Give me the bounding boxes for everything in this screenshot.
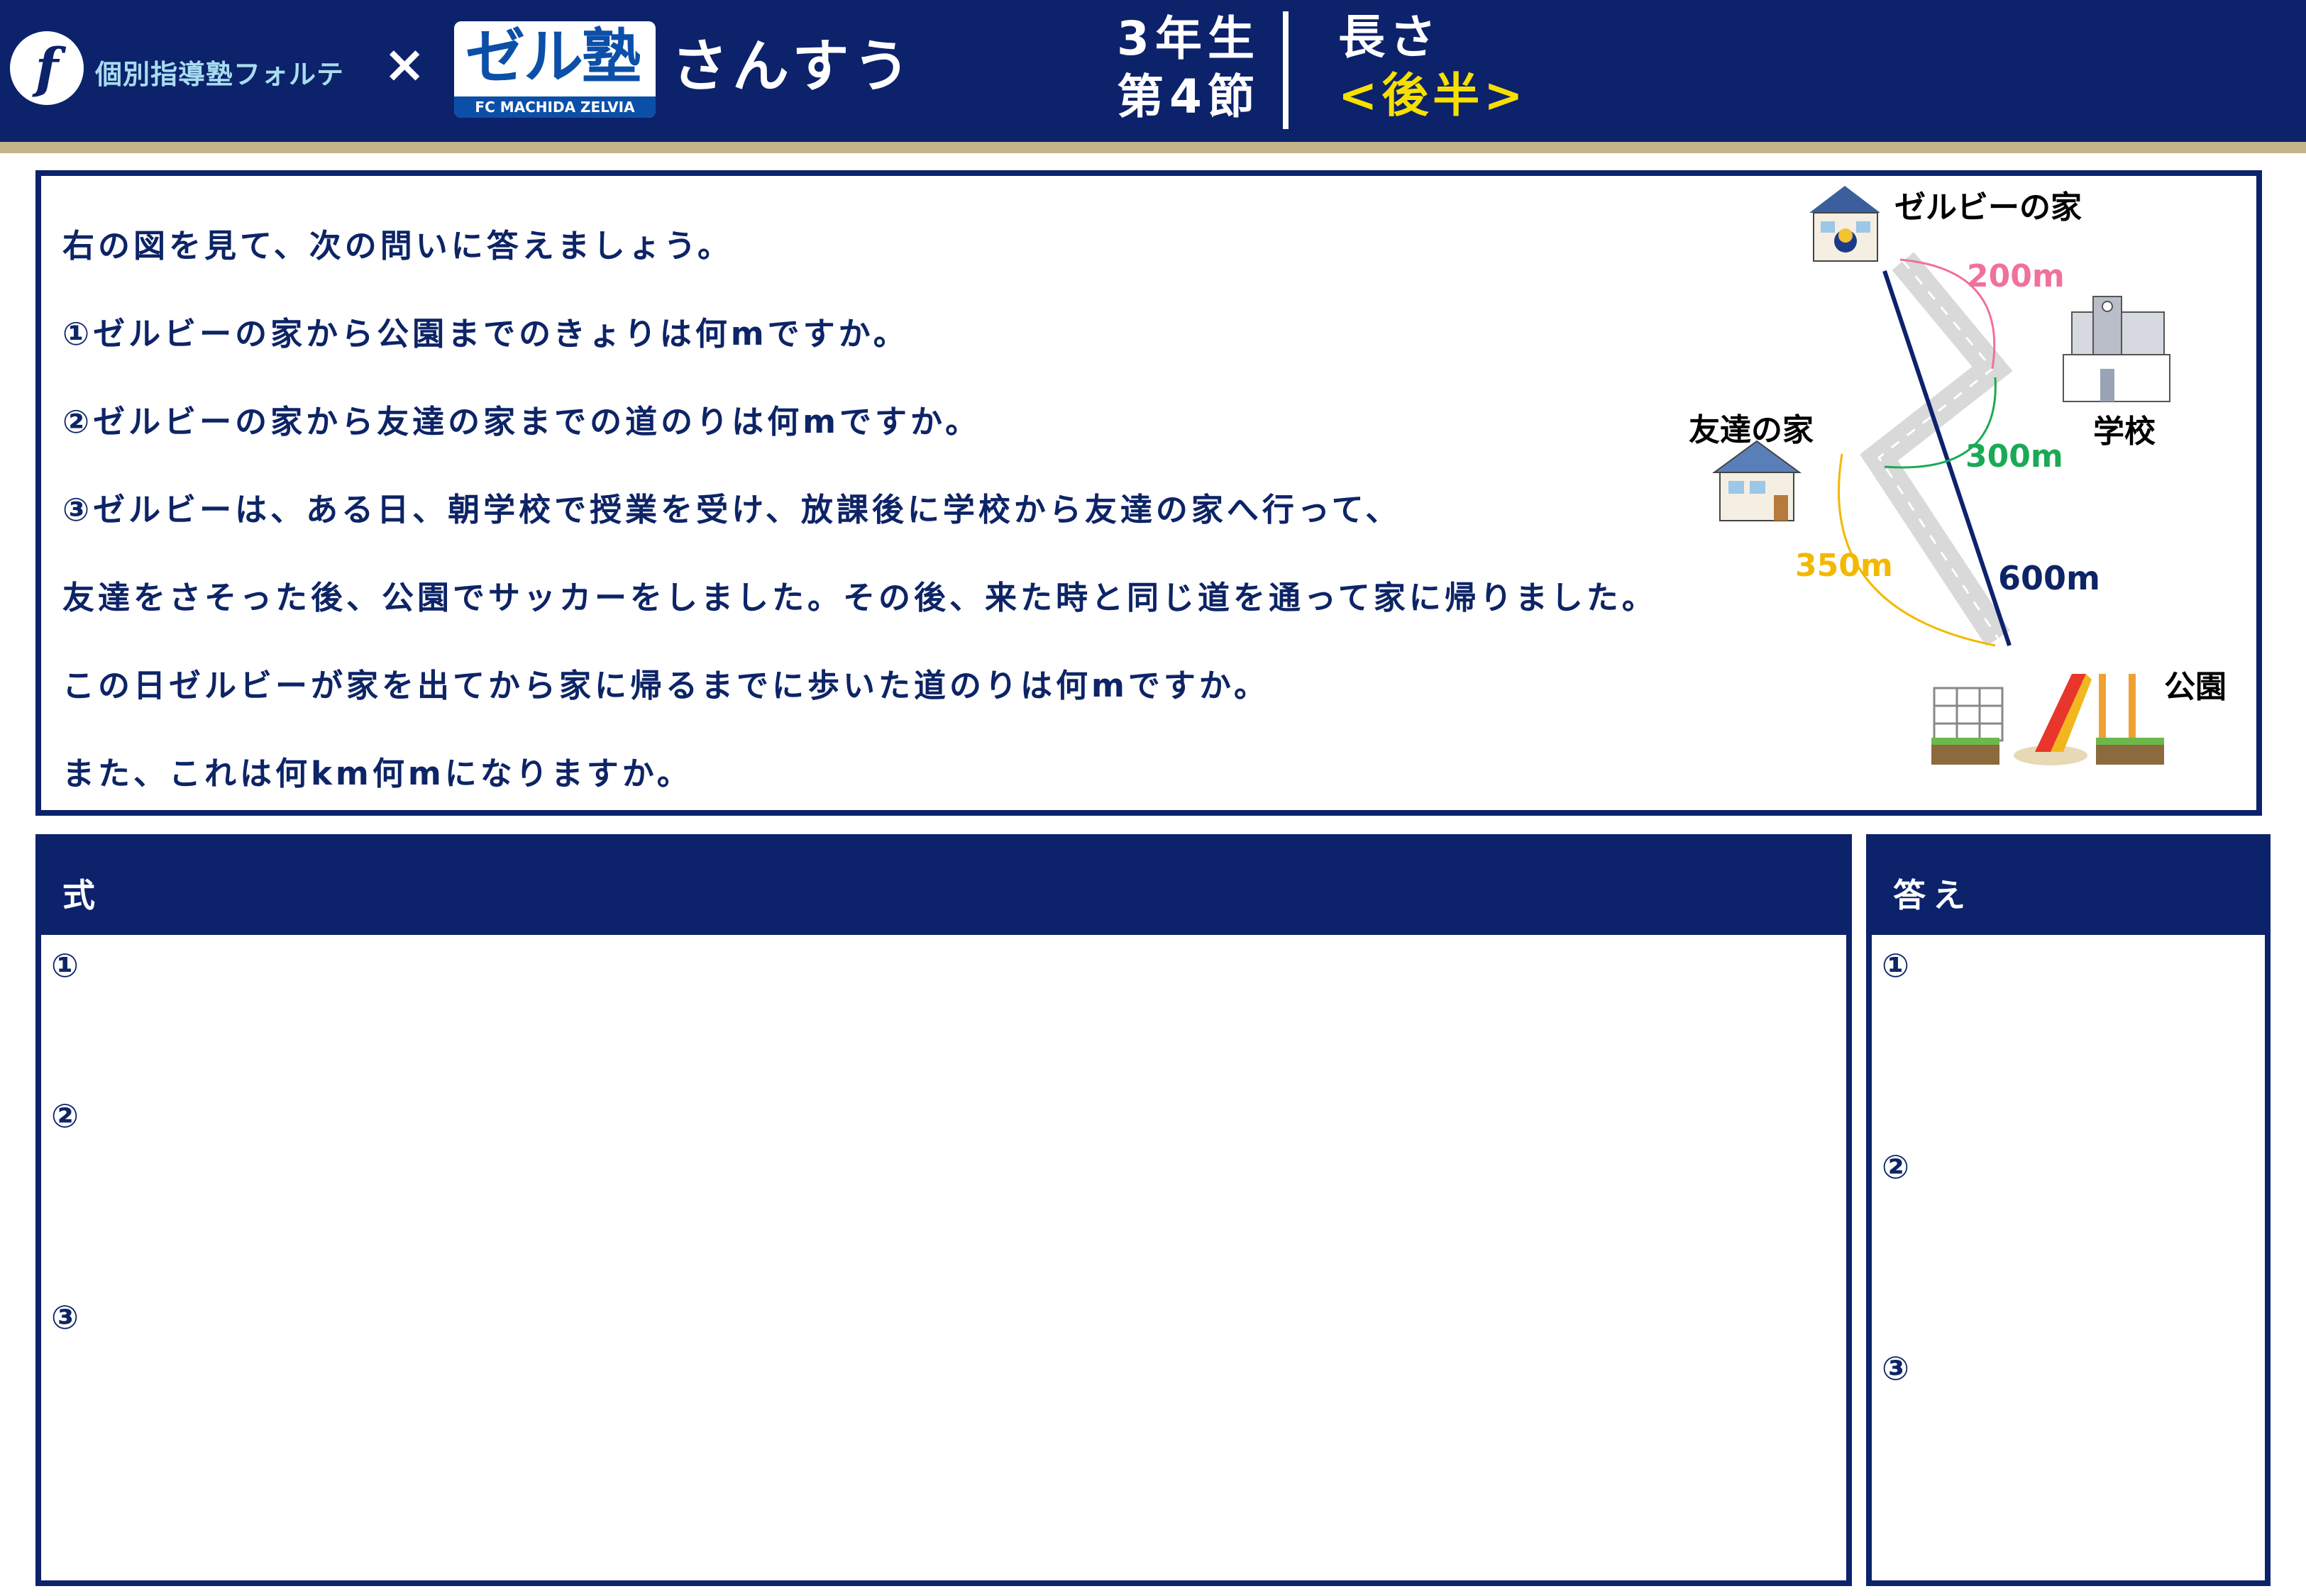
label-300m: 300m	[1965, 438, 2063, 475]
header-bar: f 個別指導塾フォルテ × ゼル塾 FC MACHIDA ZELVIA さんすう…	[0, 0, 2306, 142]
label-350m: 350m	[1795, 548, 1893, 584]
zelby-house-icon	[1809, 186, 1880, 262]
route-diagram: ゼルビーの家 200m 学校 友達の家 300m 350m 600m 公園	[1675, 177, 2256, 802]
topic-half-label: <後半>	[1338, 68, 1528, 123]
label-friend-house: 友達の家	[1689, 412, 1814, 448]
grade-label: 3年生	[1117, 11, 1260, 66]
subject-title: さんすう	[671, 33, 915, 99]
label-200m: 200m	[1967, 258, 2065, 294]
answer-area-title: 答え	[1893, 876, 1973, 914]
zel-juku-logo-subtext: FC MACHIDA ZELVIA	[454, 96, 656, 118]
section-label: 第4節	[1117, 70, 1260, 124]
answer-mark-1: ①	[1882, 946, 1909, 985]
work-area-header: 式	[41, 840, 1846, 935]
answer-mark-3: ③	[1882, 1349, 1909, 1387]
question-3-line-3: この日ゼルビーが家を出てから家に帰るまでに歩いた道のりは何mですか。	[62, 667, 1269, 704]
label-zelby-house: ゼルビーの家	[1894, 189, 2082, 226]
question-3-line-1: ③ゼルビーは、ある日、朝学校で授業を受け、放課後に学校から友達の家へ行って、	[62, 491, 1401, 528]
route-diagram-graphic	[1711, 186, 2170, 765]
work-mark-2: ②	[51, 1097, 79, 1135]
work-area-panel: 式 ① ② ③	[35, 834, 1852, 1586]
label-600m: 600m	[1998, 559, 2100, 597]
answer-area-header: 答え	[1872, 840, 2265, 935]
label-park: 公園	[2164, 669, 2227, 705]
school-icon	[2063, 296, 2170, 402]
answer-area-panel: 答え ① ② ③	[1866, 834, 2271, 1586]
forte-brand-name: 個別指導塾フォルテ	[95, 59, 345, 90]
topic-block: 長さ <後半>	[1338, 9, 1528, 125]
work-mark-1: ①	[51, 946, 79, 985]
label-school: 学校	[2093, 414, 2156, 450]
question-3-line-4: また、これは何km何mになりますか。	[62, 755, 693, 792]
park-icon	[1931, 674, 2164, 765]
collab-cross: ×	[383, 34, 426, 94]
header-divider	[1283, 11, 1289, 129]
question-intro: 右の図を見て、次の問いに答えましょう。	[62, 227, 734, 265]
work-area-title: 式	[62, 876, 102, 914]
forte-logo-icon: f	[10, 31, 84, 105]
question-2: ②ゼルビーの家から友達の家までの道のりは何mですか。	[62, 403, 981, 440]
zel-juku-logo: ゼル塾 FC MACHIDA ZELVIA	[454, 21, 656, 118]
grade-block: 3年生 第4節	[1107, 10, 1270, 126]
question-1: ①ゼルビーの家から公園までのきょりは何mですか。	[62, 315, 909, 353]
zel-juku-logo-text: ゼル塾	[465, 22, 641, 92]
forte-logo-glyph: f	[35, 36, 59, 99]
answer-mark-2: ②	[1882, 1148, 1909, 1186]
friend-house-icon	[1711, 440, 1802, 521]
header-gold-stripe	[0, 142, 2306, 153]
topic-title: 長さ	[1338, 10, 1440, 65]
work-mark-3: ③	[51, 1298, 79, 1336]
question-3-line-2: 友達をさそった後、公園でサッカーをしました。その後、来た時と同じ道を通って家に帰…	[62, 579, 1657, 616]
